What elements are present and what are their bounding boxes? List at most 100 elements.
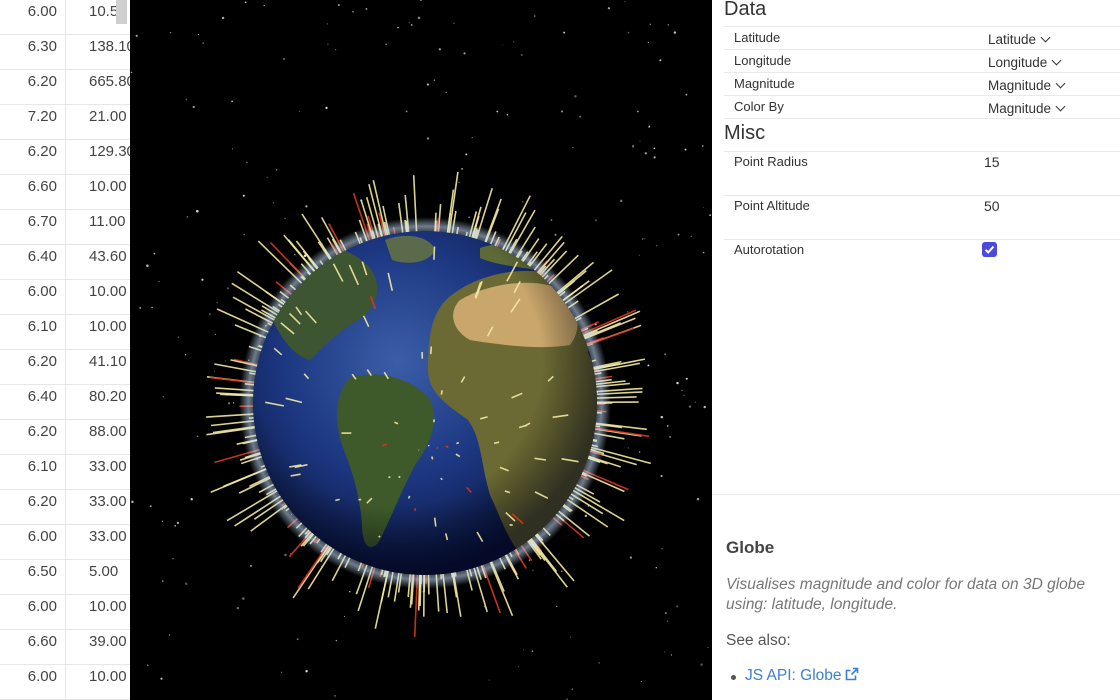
star: [669, 435, 672, 438]
table-row[interactable]: 6.70 11.00: [0, 210, 130, 245]
star: [532, 569, 534, 572]
star: [185, 98, 188, 101]
star: [196, 209, 199, 213]
star: [653, 156, 656, 159]
table-row[interactable]: 6.20 33.00: [0, 490, 130, 525]
magnitude-spike: [378, 535, 381, 538]
star: [626, 311, 629, 313]
star: [419, 0, 422, 2]
depth-cell: 10.00: [89, 283, 127, 300]
table-row[interactable]: 6.00 10.00: [0, 665, 130, 700]
star: [305, 205, 308, 208]
star: [405, 110, 408, 113]
prop-row-latitude: Latitude Latitude: [724, 26, 1120, 49]
table-row[interactable]: 6.10 33.00: [0, 455, 130, 490]
table-row[interactable]: 6.00 33.00: [0, 525, 130, 560]
depth-cell: 138.10: [89, 38, 130, 55]
depth-cell: 33.00: [89, 493, 127, 510]
table-row[interactable]: 6.60 10.00: [0, 175, 130, 210]
star: [584, 514, 588, 518]
table-row[interactable]: 6.00 10.00: [0, 280, 130, 315]
latitude-select-value: Latitude: [988, 32, 1037, 47]
point-altitude-input[interactable]: 50: [984, 198, 1000, 214]
prop-row-point-altitude: Point Altitude 50: [724, 195, 1120, 239]
magnitude-spike: [414, 508, 417, 511]
star: [627, 447, 629, 449]
data-section-title: Data: [724, 0, 767, 20]
star: [231, 100, 233, 103]
star: [709, 214, 711, 216]
table-row[interactable]: 6.00 10.5: [0, 0, 130, 35]
globe-viewport[interactable]: [130, 0, 712, 700]
table-row[interactable]: 6.10 10.00: [0, 315, 130, 350]
star: [196, 435, 199, 438]
longitude-label: Longitude: [734, 53, 792, 68]
table-row[interactable]: 6.50 5.00: [0, 560, 130, 595]
globe-canvas[interactable]: [130, 0, 712, 700]
table-row[interactable]: 7.20 21.00: [0, 105, 130, 140]
star: [284, 217, 286, 220]
star: [579, 115, 582, 118]
star: [660, 415, 664, 419]
table-row[interactable]: 6.40 80.20: [0, 385, 130, 420]
latitude-select[interactable]: Latitude: [988, 32, 1051, 47]
star: [569, 636, 571, 638]
star: [272, 202, 275, 204]
longitude-select[interactable]: Longitude: [988, 55, 1062, 70]
star: [660, 474, 663, 478]
table-row[interactable]: 6.60 39.00: [0, 630, 130, 665]
star: [283, 58, 285, 60]
star: [676, 381, 679, 385]
magnitude-spike: [335, 498, 340, 502]
star: [471, 136, 473, 139]
star: [644, 152, 647, 155]
star: [408, 21, 410, 24]
star: [146, 264, 149, 267]
star: [647, 41, 650, 44]
star: [186, 216, 189, 218]
longitude-select-value: Longitude: [988, 55, 1048, 70]
table-scrollbar[interactable]: [116, 0, 127, 24]
star: [640, 680, 643, 683]
docs-divider: [712, 494, 1120, 495]
star: [158, 281, 160, 283]
magnitude-cell: 6.20: [0, 140, 66, 174]
color-by-select[interactable]: Magnitude: [988, 101, 1066, 116]
depth-cell: 41.10: [89, 353, 127, 370]
magnitude-cell: 6.00: [0, 525, 66, 559]
magnitude-cell: 6.10: [0, 455, 66, 489]
magnitude-select[interactable]: Magnitude: [988, 78, 1066, 93]
star: [192, 105, 195, 109]
depth-cell: 33.00: [89, 528, 127, 545]
magnitude-spike: [432, 419, 436, 423]
star: [659, 59, 662, 62]
js-api-globe-link[interactable]: JS API: Globe: [745, 667, 859, 685]
magnitude-spike: [440, 390, 443, 395]
depth-cell: 39.00: [89, 633, 127, 650]
table-row[interactable]: 6.20 88.00: [0, 420, 130, 455]
table-row[interactable]: 6.30 138.10: [0, 35, 130, 70]
table-row[interactable]: 6.20 41.10: [0, 350, 130, 385]
star: [607, 7, 610, 10]
table-row[interactable]: 6.20 665.80: [0, 70, 130, 105]
star: [197, 33, 200, 36]
star: [263, 4, 265, 7]
magnitude-cell: 6.40: [0, 385, 66, 419]
chevron-down-icon: [1051, 55, 1062, 66]
star: [685, 93, 688, 96]
magnitude-spike: [436, 447, 439, 450]
star: [208, 313, 211, 316]
data-table[interactable]: 6.0010.56.30 138.10 6.20 665.80 7.20 21.00 6.2…: [0, 0, 130, 700]
table-row[interactable]: 6.00 10.00: [0, 595, 130, 630]
autorotation-checkbox[interactable]: [982, 242, 997, 257]
external-link-icon: [845, 667, 858, 681]
point-radius-input[interactable]: 15: [984, 154, 1000, 170]
star: [365, 7, 368, 10]
star: [572, 146, 574, 149]
star: [385, 43, 387, 45]
star: [561, 570, 563, 572]
star: [649, 23, 651, 26]
prop-row-magnitude: Magnitude Magnitude: [724, 72, 1120, 95]
table-row[interactable]: 6.40 43.60: [0, 245, 130, 280]
table-row[interactable]: 6.20 129.30: [0, 140, 130, 175]
